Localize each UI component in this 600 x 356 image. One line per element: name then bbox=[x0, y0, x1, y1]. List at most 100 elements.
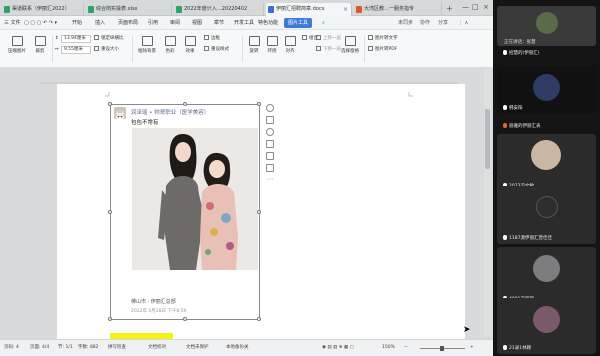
align-button[interactable]: 对齐 bbox=[282, 36, 298, 54]
menu-page-layout[interactable]: 页面布局 bbox=[118, 19, 138, 27]
scrollbar-thumb[interactable] bbox=[485, 109, 490, 169]
lock-ratio-checkbox[interactable]: 锁定纵横比 bbox=[94, 35, 124, 42]
more-icon[interactable]: ⋯ bbox=[266, 176, 274, 184]
width-input[interactable]: 13.94厘米 bbox=[61, 35, 91, 43]
resize-handle[interactable] bbox=[108, 102, 112, 106]
menu-chapter[interactable]: 章节 bbox=[214, 19, 224, 27]
vertical-scrollbar[interactable] bbox=[484, 69, 491, 337]
wps-writer-window: 渠道联系（伊丽汇2022） 综合岗实操表.xlsx 2022年度计入…20220… bbox=[0, 0, 493, 356]
height-input[interactable]: 9.55厘米 bbox=[61, 46, 91, 54]
maximize-icon[interactable]: □ bbox=[472, 1, 479, 13]
border-button[interactable]: 边框 bbox=[204, 35, 220, 42]
search-icon[interactable]: ⌕ bbox=[322, 19, 325, 27]
tab-doc-3[interactable]: 2022年度计入…20220402 bbox=[174, 3, 264, 16]
remove-background-button[interactable]: 抠除背景 bbox=[136, 36, 158, 54]
menu-insert[interactable]: 插入 bbox=[95, 19, 105, 27]
tab-doc-4-active[interactable]: 伊丽汇招聘简章.docx × bbox=[266, 3, 352, 16]
selection-pane-button[interactable]: 选择窗格 bbox=[340, 36, 360, 54]
separator bbox=[364, 36, 365, 62]
participant-tile[interactable]: 1187源伊丽汇曾佳佳 bbox=[497, 186, 596, 244]
image-quick-toolbar: ⋯ bbox=[265, 104, 275, 194]
pdf-icon bbox=[356, 6, 362, 13]
page-count[interactable]: 页面: 4/4 bbox=[30, 344, 49, 351]
tab-doc-1[interactable]: 渠道联系（伊丽汇2022） bbox=[2, 3, 84, 16]
file-menu[interactable]: 三 文件 bbox=[4, 19, 21, 27]
participant-name: 招慧的(伊丽汇) bbox=[503, 50, 540, 56]
layout-options-icon[interactable] bbox=[266, 116, 274, 124]
resize-handle[interactable] bbox=[257, 210, 261, 214]
resize-handle[interactable] bbox=[257, 317, 261, 321]
menu-review[interactable]: 审阅 bbox=[170, 19, 180, 27]
resize-handle[interactable] bbox=[183, 317, 187, 321]
share-button[interactable]: 分享 bbox=[438, 19, 448, 27]
tab-label: 伊丽汇招聘简章.docx bbox=[276, 6, 325, 12]
menu-special[interactable]: 特色功能 bbox=[258, 19, 278, 27]
menu-home[interactable]: 开始 bbox=[72, 19, 82, 27]
participant-label-row: 丽雅的伊丽汇表 bbox=[497, 121, 596, 129]
participant-avatar bbox=[533, 306, 560, 333]
menu-references[interactable]: 引用 bbox=[148, 19, 158, 27]
send-backward-button[interactable]: 下移一层 bbox=[316, 46, 341, 53]
word-count[interactable]: 字数: 882 bbox=[78, 344, 99, 351]
zoom-out-icon[interactable]: − bbox=[404, 344, 408, 351]
section-info[interactable]: 节: 1/1 bbox=[58, 344, 73, 351]
button-label: 上移一层 bbox=[323, 36, 341, 41]
picture-to-text-button[interactable]: 图片转文字 bbox=[368, 35, 398, 42]
tab-doc-2[interactable]: 综合岗实操表.xlsx bbox=[86, 3, 172, 16]
copy-icon[interactable] bbox=[266, 164, 274, 172]
document-proofread[interactable]: 文档校对 bbox=[148, 344, 166, 351]
spell-check[interactable]: 拼写检查 bbox=[108, 344, 126, 351]
crop-icon[interactable] bbox=[266, 140, 274, 148]
crop-button[interactable]: 裁剪 bbox=[32, 36, 48, 54]
close-window-icon[interactable]: × bbox=[483, 1, 489, 13]
zoom-icon[interactable] bbox=[266, 128, 274, 136]
reset-size-button[interactable]: 重设大小 bbox=[94, 46, 119, 53]
reset-style-button[interactable]: 重设样式 bbox=[204, 46, 229, 53]
minimize-icon[interactable]: — bbox=[462, 1, 469, 13]
zoom-in-icon[interactable]: + bbox=[470, 344, 474, 351]
page-number[interactable]: 页码: 4 bbox=[4, 344, 19, 351]
collaborate-button[interactable]: 协作 bbox=[420, 19, 430, 27]
effects-button[interactable]: 效果 bbox=[182, 36, 198, 54]
spreadsheet-icon bbox=[88, 6, 94, 13]
participant-label-row: 招慧的(伊丽汇) bbox=[497, 36, 596, 60]
minus-icon[interactable] bbox=[266, 104, 274, 112]
resize-handle[interactable] bbox=[183, 102, 187, 106]
rotate-button[interactable]: 旋转 bbox=[246, 36, 262, 54]
local-backup[interactable]: 本地备份关 bbox=[226, 344, 249, 351]
image-selection-frame[interactable] bbox=[108, 102, 261, 321]
tab-label: 大湾区教…一服务指专 bbox=[364, 6, 415, 12]
menu-picture-tools[interactable]: 图片工具 bbox=[284, 18, 313, 28]
bring-forward-button[interactable]: 上移一层 bbox=[316, 35, 341, 42]
zoom-level[interactable]: 150% bbox=[382, 344, 395, 351]
picture-to-pdf-button[interactable]: 图片转PDF bbox=[368, 46, 397, 53]
quick-save-icon[interactable]: ▢ ▢ ▢ ↶ ↷ ▾ bbox=[24, 19, 57, 27]
document-protection[interactable]: 文档未保护 bbox=[186, 344, 209, 351]
tab-doc-5[interactable]: 大湾区教…一服务指专 bbox=[354, 3, 442, 16]
participant-tile[interactable]: 21录1林颖 bbox=[497, 298, 596, 354]
zoom-slider-knob[interactable] bbox=[440, 346, 444, 351]
compress-picture-button[interactable]: 压缩图片 bbox=[6, 36, 28, 54]
more-icon[interactable]: ⋮ ∧ bbox=[458, 19, 468, 27]
resize-handle[interactable] bbox=[108, 317, 112, 321]
resize-handle[interactable] bbox=[257, 102, 261, 106]
new-tab-icon[interactable]: + bbox=[446, 3, 453, 15]
button-label: 压缩图片 bbox=[8, 49, 26, 54]
menu-view[interactable]: 视图 bbox=[192, 19, 202, 27]
participant-tile[interactable]: 2073冯文敏 bbox=[497, 134, 596, 192]
participant-tile[interactable]: 韩安阳 bbox=[497, 66, 596, 114]
close-icon[interactable]: × bbox=[343, 3, 348, 16]
participant-avatar bbox=[533, 74, 560, 101]
meeting-participants-panel: 正在讲话：张慧 韩安阳 招慧的(伊丽汇) 招慧的(伊丽汇) 丽雅的伊丽汇表 20… bbox=[493, 0, 600, 356]
sync-status[interactable]: 未同步 bbox=[398, 19, 413, 27]
name-text: 丽雅的伊丽汇表 bbox=[509, 124, 541, 129]
selection-pane-icon bbox=[344, 36, 356, 46]
color-button[interactable]: 色彩 bbox=[162, 36, 178, 54]
picture-to-text-icon[interactable] bbox=[266, 152, 274, 160]
menu-dev-tools[interactable]: 开发工具 bbox=[234, 19, 254, 27]
view-mode-icons[interactable]: ◉ ▤ ▥ ⊕ ▦ ▢ bbox=[322, 344, 354, 351]
resize-handle[interactable] bbox=[108, 210, 112, 214]
wrap-text-button[interactable]: 环绕 bbox=[264, 36, 280, 54]
participant-name: 韩安阳 bbox=[503, 105, 523, 111]
participant-tile[interactable]: 4001冯丽丽 bbox=[497, 247, 596, 305]
